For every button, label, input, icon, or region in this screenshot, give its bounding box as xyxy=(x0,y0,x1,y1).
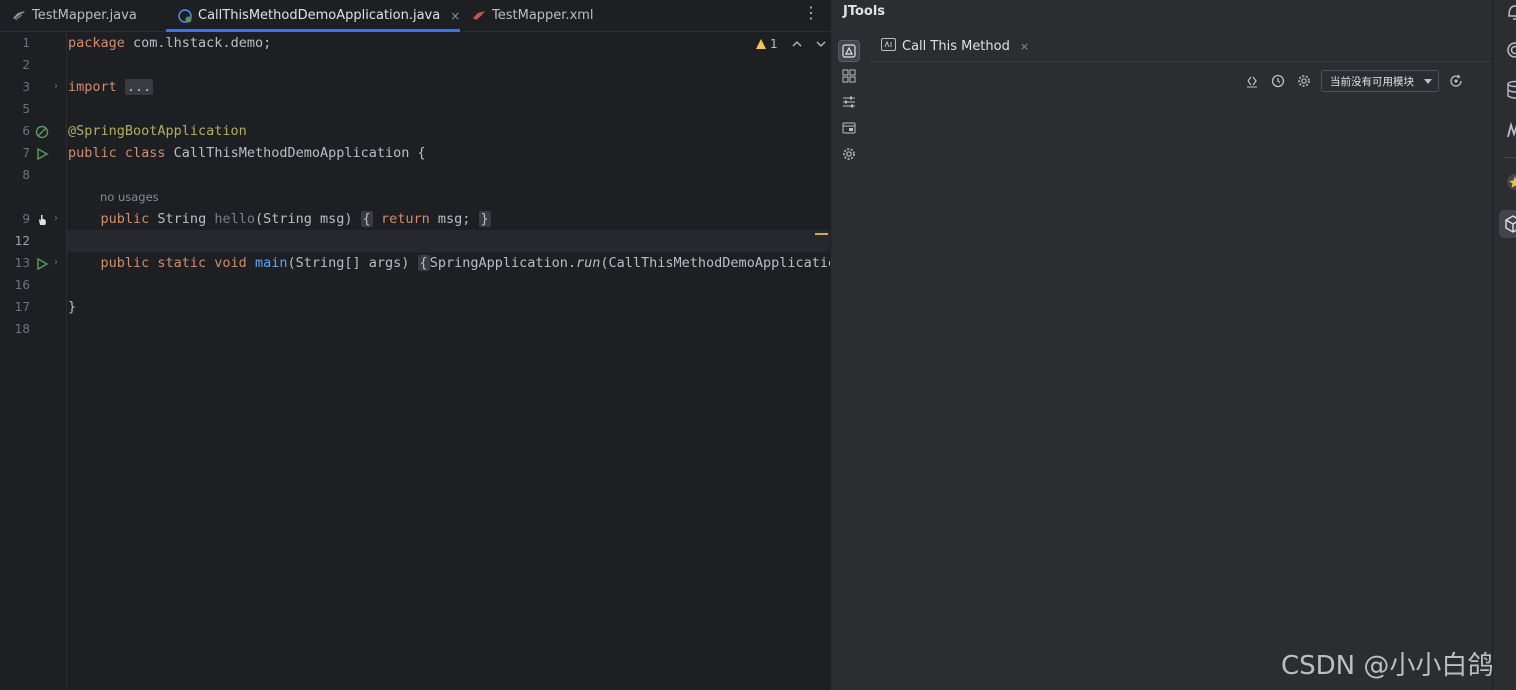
chevron-down-icon xyxy=(1424,78,1432,84)
tab-testmapper-xml[interactable]: TestMapper.xml xyxy=(472,0,594,31)
chevron-up-icon[interactable] xyxy=(792,37,802,51)
mybatis-xml-icon xyxy=(472,9,486,23)
fold-chevron-icon[interactable]: › xyxy=(54,257,58,268)
tab-testmapper-java[interactable]: TestMapper.java xyxy=(12,0,137,31)
line-number: 1 xyxy=(22,36,30,50)
editor-panel: TestMapper.java CallThisMethodDemoApplic… xyxy=(0,0,836,690)
code-line-7: public class CallThisMethodDemoApplicati… xyxy=(68,145,426,161)
warning-count: 1 xyxy=(770,37,778,51)
jtools-cube-icon[interactable] xyxy=(1499,210,1516,238)
line-number: 6 xyxy=(22,124,30,138)
code-line-6: @SpringBootApplication xyxy=(68,123,247,139)
code-line-13: public static void main(String[] args) {… xyxy=(100,255,837,271)
hand-pointer-icon[interactable] xyxy=(35,212,49,226)
line-number: 18 xyxy=(14,322,30,336)
tab-callthismethod-java[interactable]: CallThisMethodDemoApplication.java × xyxy=(166,0,460,32)
scrollbar-marker xyxy=(815,233,828,235)
tab-label: CallThisMethodDemoApplication.java xyxy=(198,8,441,23)
database-icon[interactable] xyxy=(1505,80,1516,100)
tab-label: TestMapper.xml xyxy=(492,8,594,23)
tab-label: Call This Method xyxy=(902,38,1010,54)
calendar-window-icon[interactable] xyxy=(838,117,860,139)
line-number: 9 xyxy=(22,212,30,226)
code-area[interactable]: package com.lhstack.demo; import ... @Sp… xyxy=(67,32,836,690)
run-icon[interactable] xyxy=(35,256,49,271)
more-tabs-icon[interactable]: ⋮ xyxy=(803,3,819,22)
line-number-current: 12 xyxy=(14,234,30,248)
code-line-3: import ... xyxy=(68,79,154,95)
line-number: 5 xyxy=(22,102,30,116)
line-number: 3 xyxy=(22,80,30,94)
right-tool-strip xyxy=(1492,0,1516,690)
refresh-target-icon[interactable] xyxy=(1447,72,1465,90)
code-line-1: package com.lhstack.demo; xyxy=(68,35,272,51)
line-number: 16 xyxy=(14,278,30,292)
code-line-9: public String hello(String msg) { return… xyxy=(100,211,491,227)
warning-icon xyxy=(756,39,766,49)
call-method-tool-icon[interactable] xyxy=(838,40,860,62)
spring-class-icon xyxy=(178,8,192,23)
inspection-widget[interactable]: 1 xyxy=(756,37,826,51)
tool-side-strip xyxy=(831,31,869,690)
line-number: 2 xyxy=(22,58,30,72)
editor-tab-bar: TestMapper.java CallThisMethodDemoApplic… xyxy=(0,0,830,32)
maven-icon[interactable] xyxy=(1505,120,1516,140)
line-number: 13 xyxy=(14,256,30,270)
plugin-star-icon[interactable] xyxy=(1505,172,1516,192)
current-line-highlight xyxy=(67,230,830,252)
swirl-icon[interactable] xyxy=(1505,40,1516,60)
fold-chevron-icon[interactable]: › xyxy=(54,213,58,224)
gear-icon[interactable] xyxy=(1295,72,1313,90)
notifications-bell-icon[interactable] xyxy=(1505,2,1516,22)
method-window-icon xyxy=(881,37,896,55)
history-icon[interactable] xyxy=(1269,72,1287,90)
grid-icon[interactable] xyxy=(838,65,860,87)
spring-bean-icon[interactable] xyxy=(35,124,49,139)
run-icon[interactable] xyxy=(35,146,49,161)
usages-hint[interactable]: no usages xyxy=(100,190,159,204)
module-select-value: 当前没有可用模块 xyxy=(1330,75,1414,88)
watermark-text: CSDN @小小白鸽 xyxy=(1281,651,1494,681)
chevron-down-icon[interactable] xyxy=(816,37,826,51)
mybatis-bird-icon xyxy=(12,9,26,23)
folded-imports[interactable]: ... xyxy=(124,79,154,95)
line-number: 17 xyxy=(14,300,30,314)
strip-divider xyxy=(1503,157,1516,158)
tool-toolbar: 当前没有可用模块 xyxy=(1243,70,1473,92)
tool-tab-bar: Call This Method × xyxy=(869,31,1493,62)
editor-gutter: 1 2 3 › 5 6 7 8 9 › 12 13 › 16 17 18 xyxy=(0,32,67,690)
debug-code-icon[interactable] xyxy=(1243,72,1261,90)
code-line-17: } xyxy=(68,299,77,315)
gear-icon[interactable] xyxy=(838,143,860,165)
tab-call-this-method[interactable]: Call This Method × xyxy=(881,31,1029,61)
tab-label: TestMapper.java xyxy=(32,8,137,23)
close-icon[interactable]: × xyxy=(450,9,460,23)
close-icon[interactable]: × xyxy=(1020,40,1029,53)
module-select[interactable]: 当前没有可用模块 xyxy=(1321,70,1439,92)
jtools-tool-window: JTools Call This Method × 当前没有可用模块 xyxy=(830,0,1493,690)
tool-window-title: JTools xyxy=(843,4,886,19)
line-number: 8 xyxy=(22,168,30,182)
line-number: 7 xyxy=(22,146,30,160)
sliders-icon[interactable] xyxy=(838,91,860,113)
fold-chevron-icon[interactable]: › xyxy=(54,81,58,92)
